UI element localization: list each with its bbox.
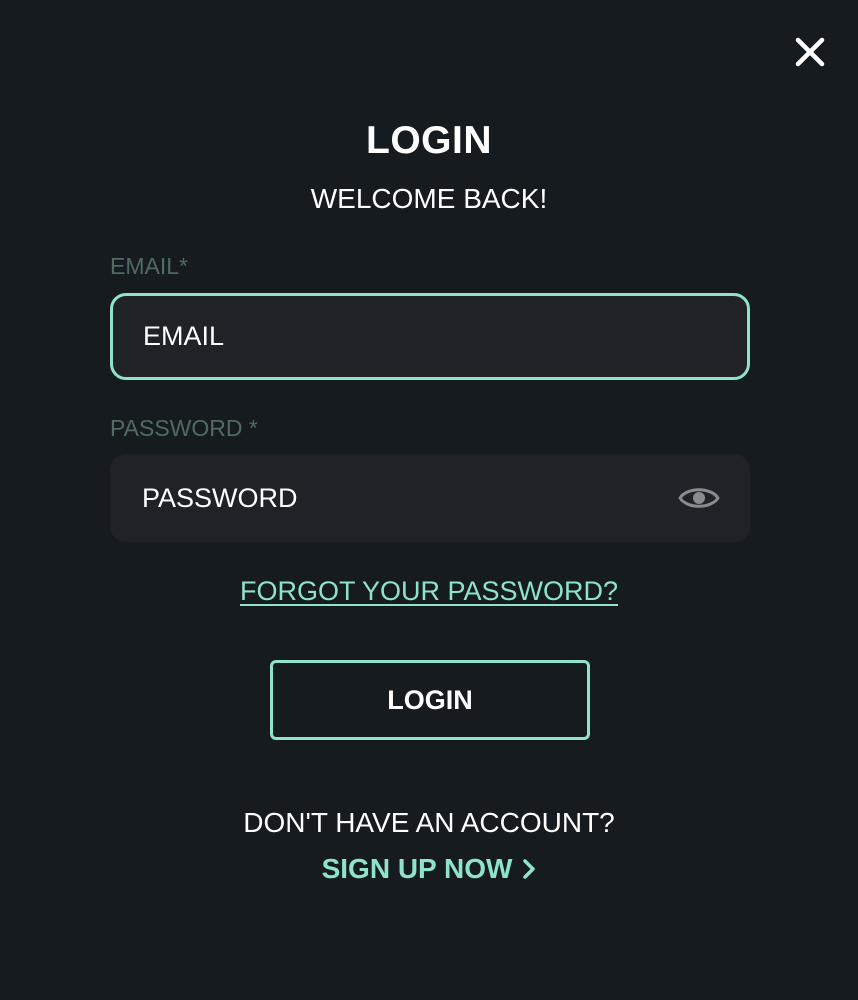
signup-link[interactable]: SIGN UP NOW	[322, 852, 537, 886]
modal-subtitle: WELCOME BACK!	[310, 183, 548, 214]
email-label: EMAIL*	[110, 253, 188, 279]
close-icon[interactable]	[792, 34, 828, 70]
forgot-password-row: FORGOT YOUR PASSWORD?	[0, 574, 858, 608]
email-field-container	[110, 293, 750, 380]
signup-link-label: SIGN UP NOW	[321, 853, 513, 884]
password-field-container	[110, 454, 750, 542]
modal-title: LOGIN	[366, 119, 492, 162]
signup-row: SIGN UP NOW	[0, 852, 858, 891]
password-label: PASSWORD *	[110, 415, 258, 441]
password-input[interactable]	[110, 454, 750, 542]
chevron-right-icon	[523, 859, 536, 879]
no-account-text: DON'T HAVE AN ACCOUNT?	[243, 807, 615, 838]
email-input[interactable]	[113, 296, 747, 377]
eye-icon[interactable]	[678, 482, 720, 514]
forgot-password-link[interactable]: FORGOT YOUR PASSWORD?	[240, 576, 618, 606]
login-button[interactable]: LOGIN	[270, 660, 590, 740]
login-modal: LOGIN WELCOME BACK! EMAIL* PASSWORD * FO…	[0, 0, 858, 1000]
